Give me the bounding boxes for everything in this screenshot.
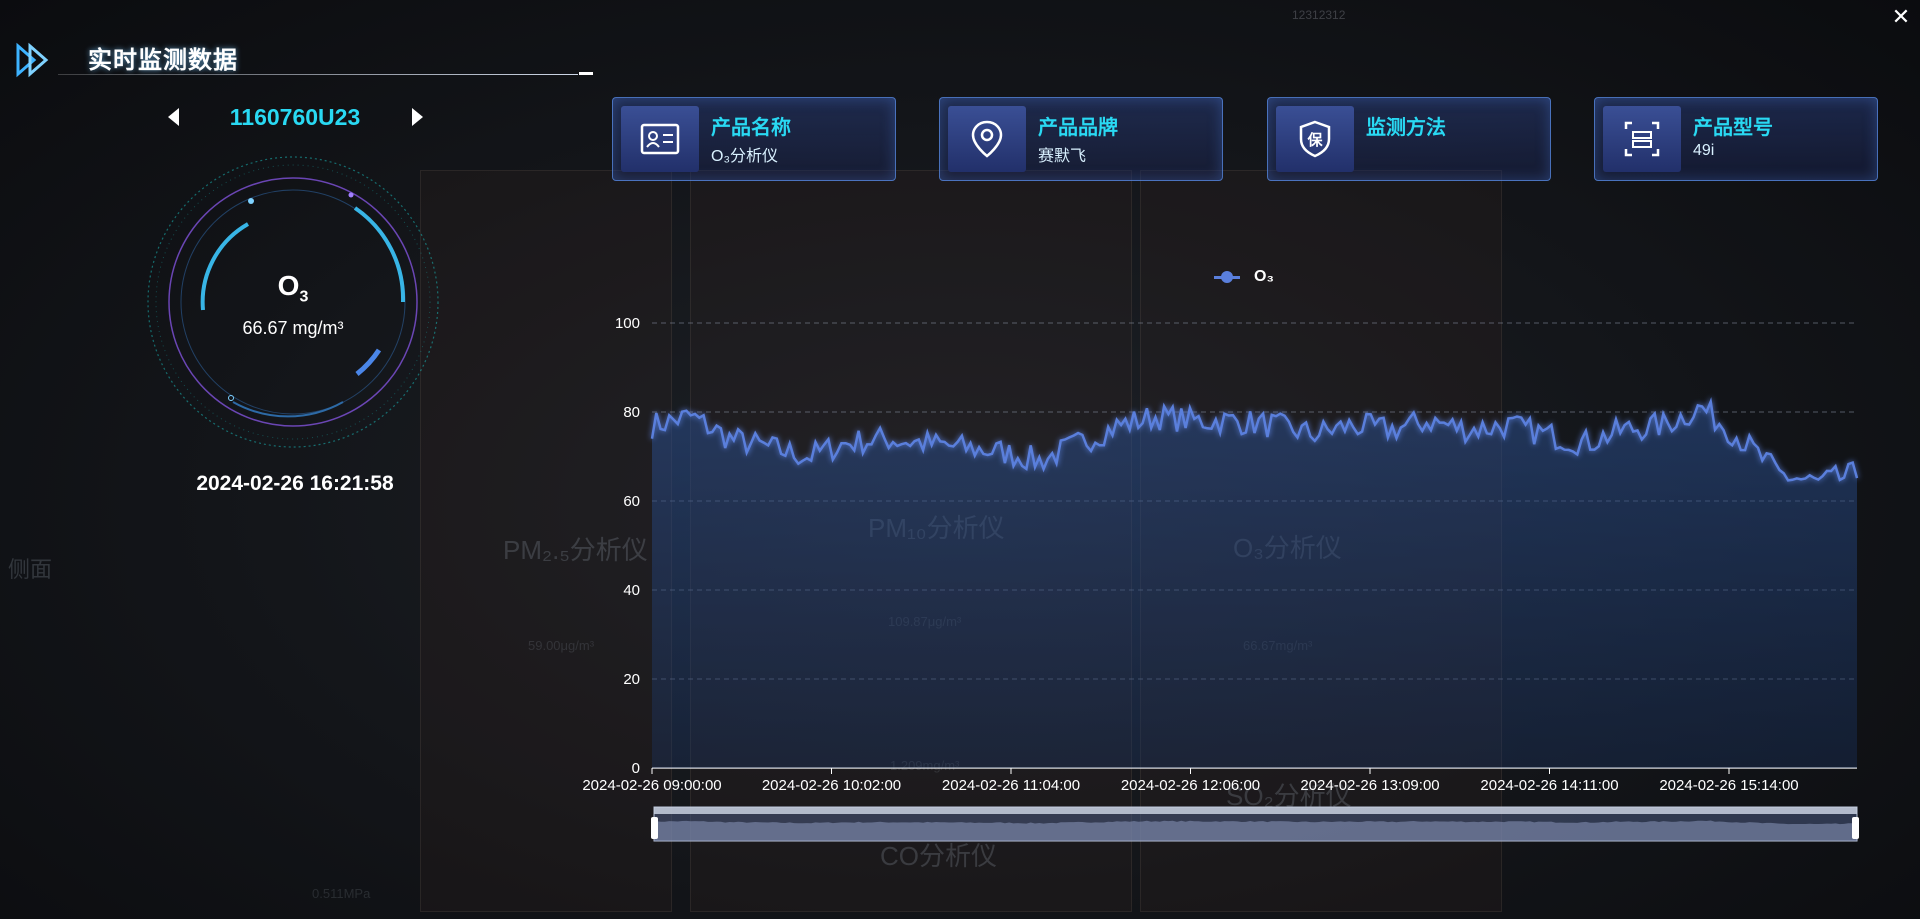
- pollutant-name: O3: [277, 270, 309, 306]
- reading-gauge: O3 66.67 mg/m³: [143, 152, 443, 452]
- x-tick-label: 2024-02-26 11:04:00: [942, 777, 1080, 794]
- card-label: 监测方法: [1366, 117, 1446, 139]
- y-tick-label: 0: [632, 760, 640, 777]
- product-model-card: 产品型号 49i: [1594, 97, 1878, 181]
- reading-timestamp: 2024-02-26 16:21:58: [196, 472, 394, 495]
- background-readout: 0.511MPa: [312, 886, 371, 901]
- y-tick-label: 60: [623, 493, 640, 510]
- product-name-card: 产品名称 O₃分析仪: [612, 97, 896, 181]
- card-icon-box: [948, 106, 1026, 172]
- zoom-slider-bar: [654, 807, 1857, 814]
- y-tick-label: 80: [623, 404, 640, 421]
- card-icon-box: [1603, 106, 1681, 172]
- location-pin-icon: [971, 120, 1003, 158]
- fast-forward-icon: [16, 42, 49, 78]
- header-divider: [58, 74, 578, 75]
- card-icon-box: 保: [1276, 106, 1354, 172]
- device-id: 1160760U23: [229, 104, 361, 130]
- y-tick-label: 20: [623, 671, 640, 688]
- window-reference: 12312312: [1292, 8, 1346, 22]
- page-header: 实时监测数据: [14, 36, 593, 86]
- x-tick-label: 2024-02-26 14:11:00: [1480, 777, 1618, 794]
- shield-icon: 保: [1299, 120, 1331, 158]
- close-button[interactable]: ✕: [1890, 6, 1912, 28]
- card-value: O₃分析仪: [711, 148, 778, 165]
- x-tick-label: 2024-02-26 15:14:00: [1659, 777, 1798, 794]
- x-tick-label: 2024-02-26 09:00:00: [582, 777, 721, 794]
- card-value: 赛默飞: [1038, 148, 1087, 165]
- background-label: 侧面: [8, 557, 53, 582]
- monitoring-method-card: 保 监测方法: [1267, 97, 1551, 181]
- card-label: 产品型号: [1693, 117, 1773, 139]
- card-label: 产品名称: [711, 117, 791, 139]
- zoom-handle-end[interactable]: [1852, 817, 1859, 839]
- y-tick-label: 40: [623, 582, 640, 599]
- card-value: 49i: [1693, 142, 1715, 159]
- id-card-icon: [640, 123, 680, 155]
- product-brand-card: 产品品牌 赛默飞: [939, 97, 1223, 181]
- y-tick-label: 100: [615, 315, 640, 332]
- header-divider-tick: [579, 72, 593, 75]
- zoom-slider-preview: [652, 820, 1857, 841]
- card-icon-box: [621, 106, 699, 172]
- page-title: 实时监测数据: [88, 47, 238, 74]
- next-device-button[interactable]: [412, 108, 423, 126]
- x-tick-label: 2024-02-26 12:06:00: [1121, 777, 1260, 794]
- o3-trend-chart: 0 20 40 60 80 100 2024-02-26 09:00:00 2024-02-2…: [582, 315, 1859, 842]
- x-tick-label: 2024-02-26 10:02:00: [762, 777, 901, 794]
- card-label: 产品品牌: [1038, 117, 1118, 139]
- device-switcher: 1160760U23: [160, 102, 430, 134]
- model-frame-icon: [1624, 121, 1660, 157]
- x-tick-label: 2024-02-26 13:09:00: [1300, 777, 1439, 794]
- zoom-handle-start[interactable]: [651, 817, 658, 839]
- current-reading: 66.67 mg/m³: [242, 318, 344, 338]
- svg-text:保: 保: [1306, 131, 1323, 149]
